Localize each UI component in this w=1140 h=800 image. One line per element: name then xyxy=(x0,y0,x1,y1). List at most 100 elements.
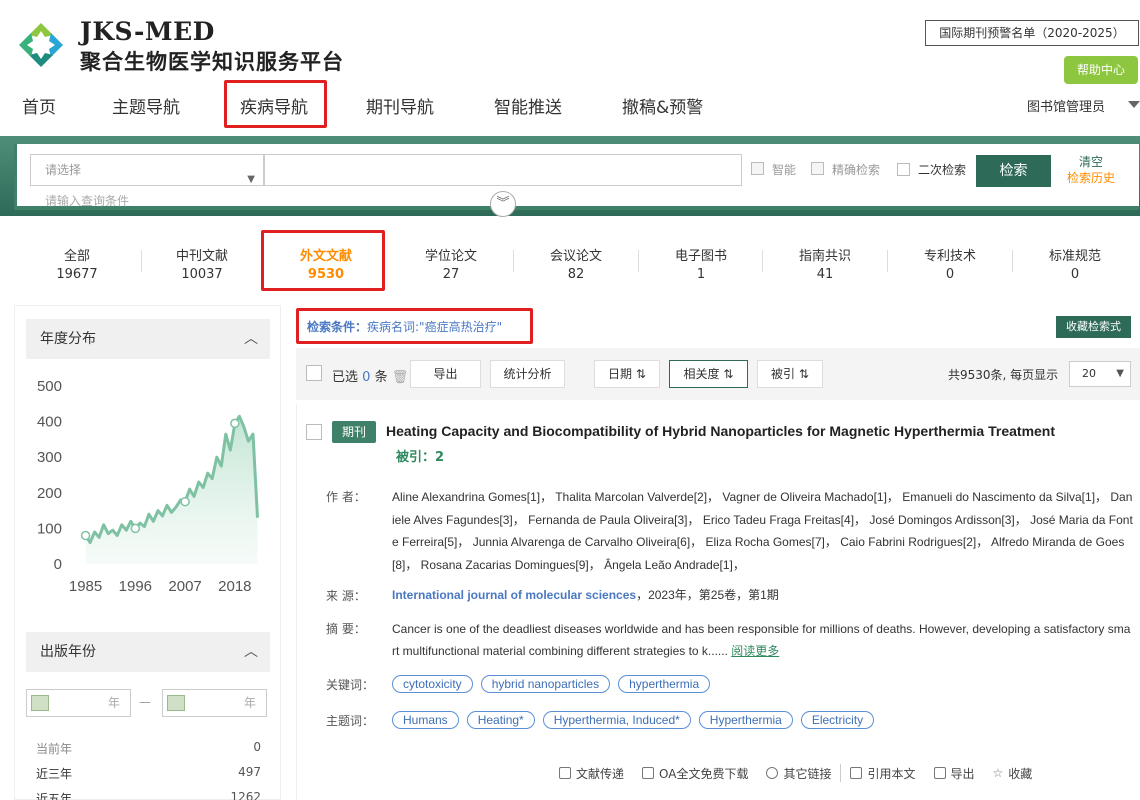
clear-history-line2: 检索历史 xyxy=(1066,171,1115,185)
subject-tag[interactable]: Electricity xyxy=(800,711,875,729)
nav-home[interactable]: 首页 xyxy=(22,93,56,118)
tab-divider xyxy=(762,250,763,272)
sort-relevance-button[interactable]: 相关度 ⇅ xyxy=(669,360,748,388)
selected-count: 已选 0 条 🗑 xyxy=(332,366,408,385)
tab-foreign-literature[interactable]: 外文文献 9530 xyxy=(276,245,376,282)
sort-date-button[interactable]: 日期 ⇅ xyxy=(594,360,660,388)
caret-down-icon[interactable] xyxy=(1128,101,1140,108)
brand-name-cn: 聚合生物医学知识服务平台 xyxy=(80,49,344,74)
action-oa-download[interactable]: OA全文免费下载 xyxy=(633,764,757,782)
action-delivery[interactable]: 文献传递 xyxy=(550,764,633,782)
subject-tag[interactable]: Hyperthermia xyxy=(698,711,793,729)
page-size-select[interactable]: 20 ▼ xyxy=(1069,361,1131,387)
selected-suffix: 条 xyxy=(374,370,388,385)
year-filter-count: 1262 xyxy=(230,790,261,800)
field-select-value: 请选择 xyxy=(45,163,82,177)
keyword-tag[interactable]: hybrid nanoparticles xyxy=(480,675,611,693)
chart-point xyxy=(230,418,240,429)
app-root: { "header": { "brand_en": "JKS-MED", "br… xyxy=(0,0,1140,800)
query-input[interactable] xyxy=(264,154,742,186)
secondary-checkbox[interactable] xyxy=(897,163,910,176)
keywords-label: 关键词： xyxy=(326,678,375,692)
smart-checkbox[interactable] xyxy=(751,162,764,175)
save-query-button[interactable]: 收藏检索式 xyxy=(1056,316,1131,338)
trash-icon[interactable]: 🗑 xyxy=(392,370,409,385)
action-other-links[interactable]: 其它链接 xyxy=(757,764,840,782)
y-tick-label: 400 xyxy=(37,414,62,431)
user-menu[interactable]: 图书馆管理员 xyxy=(1027,96,1105,115)
query-placeholder: 请输入查询条件 xyxy=(45,194,130,208)
tab-label: 专利技术 xyxy=(923,249,976,264)
year-unit: 年 xyxy=(107,696,120,710)
nav-topic[interactable]: 主题导航 xyxy=(112,93,180,118)
clear-history-link[interactable]: 清空 检索历史 xyxy=(1062,154,1120,186)
nav-smart-push[interactable]: 智能推送 xyxy=(494,93,562,118)
tab-ebooks[interactable]: 电子图书 1 xyxy=(651,245,751,282)
subject-list: Humans Heating* Hyperthermia, Induced* H… xyxy=(392,711,875,729)
calendar-icon xyxy=(167,695,185,711)
item-title[interactable]: Heating Capacity and Biocompatibility of… xyxy=(386,423,1055,439)
warning-list-link[interactable]: 国际期刊预警名单（2020-2025） xyxy=(925,20,1139,46)
journal-link[interactable]: International journal of molecular scien… xyxy=(392,588,636,602)
stats-button[interactable]: 统计分析 xyxy=(490,360,565,388)
expand-icon[interactable]: ︾ xyxy=(490,191,516,217)
item-checkbox[interactable] xyxy=(306,424,322,440)
x-tick-label: 2007 xyxy=(168,578,201,595)
tab-divider xyxy=(887,250,888,272)
tab-count: 82 xyxy=(567,267,585,282)
range-dash: — xyxy=(139,695,151,709)
tab-divider xyxy=(638,250,639,272)
sort-cited-button[interactable]: 被引 ⇅ xyxy=(757,360,823,388)
subject-tag[interactable]: Hyperthermia, Induced* xyxy=(542,711,691,729)
keyword-list: cytotoxicity hybrid nanoparticles hypert… xyxy=(392,675,711,693)
search-button[interactable]: 检索 xyxy=(976,155,1051,187)
tab-theses[interactable]: 学位论文 27 xyxy=(401,245,501,282)
sort-label: 被引 xyxy=(771,367,796,381)
tab-patents[interactable]: 专利技术 0 xyxy=(900,245,1000,282)
source-label: 来 源： xyxy=(326,589,366,603)
action-favorite[interactable]: ☆ 收藏 xyxy=(984,764,1042,782)
tab-count: 1 xyxy=(696,267,706,282)
tab-label: 会议论文 xyxy=(549,249,602,264)
year-distribution-header[interactable]: 年度分布 ︿ xyxy=(26,319,270,359)
nav-retraction[interactable]: 撤稿&预警 xyxy=(622,93,703,118)
field-select[interactable]: 请选择 ▼ xyxy=(30,154,264,186)
select-all-checkbox[interactable] xyxy=(306,365,322,381)
action-export[interactable]: 导出 xyxy=(925,764,984,782)
export-button[interactable]: 导出 xyxy=(410,360,481,388)
chevron-up-icon[interactable]: ︿ xyxy=(244,319,258,359)
year-unit: 年 xyxy=(243,696,256,710)
nav-journal[interactable]: 期刊导航 xyxy=(366,93,434,118)
tab-all[interactable]: 全部 19677 xyxy=(27,245,127,282)
subject-tag[interactable]: Humans xyxy=(392,711,459,729)
tab-chinese-journals[interactable]: 中刊文献 10037 xyxy=(152,245,252,282)
y-tick-label: 500 xyxy=(37,378,62,395)
year-filter-current[interactable]: 当前年 0 xyxy=(36,740,261,757)
keyword-tag[interactable]: cytotoxicity xyxy=(392,675,473,693)
pub-year-header[interactable]: 出版年份 ︿ xyxy=(26,632,270,672)
keyword-tag[interactable]: hyperthermia xyxy=(618,675,711,693)
total-text: 共9530条, 每页显示 xyxy=(948,368,1059,382)
help-center-button[interactable]: 帮助中心 xyxy=(1064,56,1138,84)
chevron-up-icon[interactable]: ︿ xyxy=(244,632,258,672)
subjects-label: 主题词： xyxy=(326,714,375,728)
year-to-input[interactable]: 年 xyxy=(162,689,267,717)
sort-icon: ⇅ xyxy=(798,367,809,381)
year-from-input[interactable]: 年 xyxy=(26,689,131,717)
tab-guidelines[interactable]: 指南共识 41 xyxy=(775,245,875,282)
condition-value: 疾病名词:"癌症高热治疗" xyxy=(367,320,503,334)
year-filter-3y[interactable]: 近三年 497 xyxy=(36,765,261,782)
exact-checkbox[interactable] xyxy=(811,162,824,175)
tab-conference[interactable]: 会议论文 82 xyxy=(526,245,626,282)
subject-tag[interactable]: Heating* xyxy=(466,711,535,729)
year-filter-count: 0 xyxy=(253,740,261,754)
nav-disease[interactable]: 疾病导航 xyxy=(240,93,308,118)
read-more-link[interactable]: 阅读更多 xyxy=(731,644,779,658)
year-filter-5y[interactable]: 近五年 1262 xyxy=(36,790,261,800)
tab-standards[interactable]: 标准规范 0 xyxy=(1025,245,1125,282)
tab-divider xyxy=(513,250,514,272)
tab-label: 中刊文献 xyxy=(175,249,228,264)
action-cite[interactable]: 引用本文 xyxy=(841,764,924,782)
tab-label: 标准规范 xyxy=(1048,249,1101,264)
item-authors: Aline Alexandrina Gomes[1]， Thalita Marc… xyxy=(392,490,1133,572)
